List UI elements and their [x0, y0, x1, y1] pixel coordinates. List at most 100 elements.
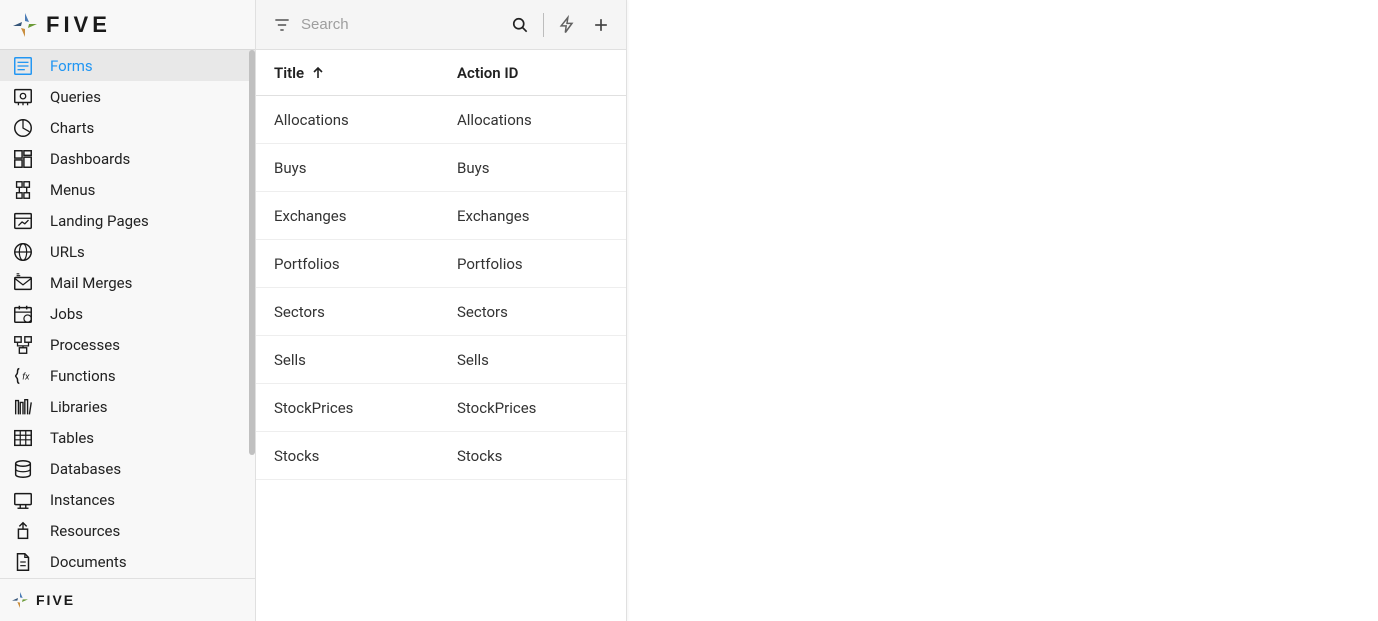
- cell-action-id: StockPrices: [457, 399, 608, 417]
- cell-action-id: Sectors: [457, 303, 608, 321]
- sidebar-item-processes[interactable]: Processes: [0, 329, 255, 360]
- sidebar-item-label: Tables: [50, 429, 94, 447]
- sidebar-item-label: Processes: [50, 336, 120, 354]
- column-header-title[interactable]: Title: [274, 64, 457, 82]
- sidebar-item-label: Charts: [50, 119, 94, 137]
- library-icon: [10, 394, 36, 420]
- cell-title: Sells: [274, 351, 457, 369]
- database-icon: [10, 456, 36, 482]
- sidebar-item-label: Instances: [50, 491, 115, 509]
- cell-title: Buys: [274, 159, 457, 177]
- sidebar-item-label: Landing Pages: [50, 212, 149, 230]
- sidebar-item-tables[interactable]: Tables: [0, 422, 255, 453]
- chart-icon: [10, 115, 36, 141]
- brand-logo-footer[interactable]: FIVE: [10, 590, 75, 610]
- dashboard-icon: [10, 146, 36, 172]
- table-row[interactable]: SellsSells: [256, 336, 626, 384]
- sidebar-item-label: URLs: [50, 243, 85, 261]
- sidebar-item-label: Databases: [50, 460, 121, 478]
- calendar-icon: [10, 301, 36, 327]
- table-row[interactable]: PortfoliosPortfolios: [256, 240, 626, 288]
- menu-icon: [10, 177, 36, 203]
- sidebar-item-landing-pages[interactable]: Landing Pages: [0, 205, 255, 236]
- sidebar-item-menus[interactable]: Menus: [0, 174, 255, 205]
- table-body[interactable]: AllocationsAllocationsBuysBuysExchangesE…: [256, 96, 626, 621]
- sidebar-item-forms[interactable]: Forms: [0, 50, 255, 81]
- resource-icon: [10, 518, 36, 544]
- sidebar-item-jobs[interactable]: Jobs: [0, 298, 255, 329]
- sidebar-nav[interactable]: Forms Queries Charts Dashboards Menus Landing…: [0, 50, 255, 578]
- sidebar-item-databases[interactable]: Databases: [0, 453, 255, 484]
- globe-icon: [10, 239, 36, 265]
- filter-button[interactable]: [268, 10, 295, 40]
- sidebar-item-label: Documents: [50, 553, 127, 571]
- sidebar-item-label: Jobs: [50, 305, 83, 323]
- sidebar-item-mail-merges[interactable]: Mail Merges: [0, 267, 255, 298]
- table-header: Title Action ID: [256, 50, 626, 96]
- bolt-button[interactable]: [554, 10, 581, 40]
- table-row[interactable]: AllocationsAllocations: [256, 96, 626, 144]
- mail-icon: [10, 270, 36, 296]
- sidebar-item-label: Libraries: [50, 398, 108, 416]
- column-header-title-label: Title: [274, 64, 304, 82]
- cell-title: Allocations: [274, 111, 457, 129]
- search-input[interactable]: [301, 12, 500, 37]
- cell-title: Sectors: [274, 303, 457, 321]
- table-icon: [10, 425, 36, 451]
- form-icon: [10, 53, 36, 79]
- table-row[interactable]: BuysBuys: [256, 144, 626, 192]
- cell-action-id: Sells: [457, 351, 608, 369]
- sidebar-scrollbar[interactable]: [249, 50, 255, 455]
- instance-icon: [10, 487, 36, 513]
- sidebar-item-dashboards[interactable]: Dashboards: [0, 143, 255, 174]
- sidebar-item-documents[interactable]: Documents: [0, 546, 255, 577]
- sidebar-item-label: Queries: [50, 88, 101, 106]
- document-icon: [10, 549, 36, 575]
- sidebar-item-label: Forms: [50, 57, 93, 75]
- cell-title: Exchanges: [274, 207, 457, 225]
- sidebar-header: FIVE: [0, 0, 255, 50]
- main-panel: Title Action ID AllocationsAllocationsBu…: [256, 0, 627, 621]
- add-button[interactable]: [587, 10, 614, 40]
- sidebar-item-functions[interactable]: Functions: [0, 360, 255, 391]
- query-icon: [10, 84, 36, 110]
- column-header-action-id[interactable]: Action ID: [457, 64, 608, 82]
- sidebar-item-label: Menus: [50, 181, 95, 199]
- function-icon: [10, 363, 36, 389]
- sidebar-item-label: Resources: [50, 522, 120, 540]
- list-toolbar: [256, 0, 626, 50]
- landing-icon: [10, 208, 36, 234]
- logo-mark-icon: [10, 10, 40, 40]
- sidebar-item-queries[interactable]: Queries: [0, 81, 255, 112]
- cell-title: Portfolios: [274, 255, 457, 273]
- sidebar-footer: FIVE: [0, 578, 255, 621]
- table-row[interactable]: SectorsSectors: [256, 288, 626, 336]
- logo-mark-icon: [10, 590, 30, 610]
- table-row[interactable]: StocksStocks: [256, 432, 626, 480]
- table-row[interactable]: ExchangesExchanges: [256, 192, 626, 240]
- search-wrap: [301, 12, 500, 37]
- cell-title: StockPrices: [274, 399, 457, 417]
- brand-logo[interactable]: FIVE: [10, 10, 111, 40]
- sidebar-item-label: Dashboards: [50, 150, 130, 168]
- column-header-action-id-label: Action ID: [457, 64, 518, 82]
- cell-action-id: Exchanges: [457, 207, 608, 225]
- process-icon: [10, 332, 36, 358]
- sidebar-item-charts[interactable]: Charts: [0, 112, 255, 143]
- sidebar-item-libraries[interactable]: Libraries: [0, 391, 255, 422]
- search-button[interactable]: [506, 10, 533, 40]
- cell-action-id: Allocations: [457, 111, 608, 129]
- cell-action-id: Buys: [457, 159, 608, 177]
- cell-title: Stocks: [274, 447, 457, 465]
- sidebar-item-label: Functions: [50, 367, 116, 385]
- cell-action-id: Portfolios: [457, 255, 608, 273]
- sidebar-item-instances[interactable]: Instances: [0, 484, 255, 515]
- sort-asc-icon: [310, 65, 326, 81]
- sidebar-item-resources[interactable]: Resources: [0, 515, 255, 546]
- table-row[interactable]: StockPricesStockPrices: [256, 384, 626, 432]
- cell-action-id: Stocks: [457, 447, 608, 465]
- sidebar-item-label: Mail Merges: [50, 274, 132, 292]
- sidebar-item-urls[interactable]: URLs: [0, 236, 255, 267]
- sidebar: FIVE Forms Queries Charts Dashboards Menus La…: [0, 0, 256, 621]
- toolbar-divider: [543, 13, 544, 37]
